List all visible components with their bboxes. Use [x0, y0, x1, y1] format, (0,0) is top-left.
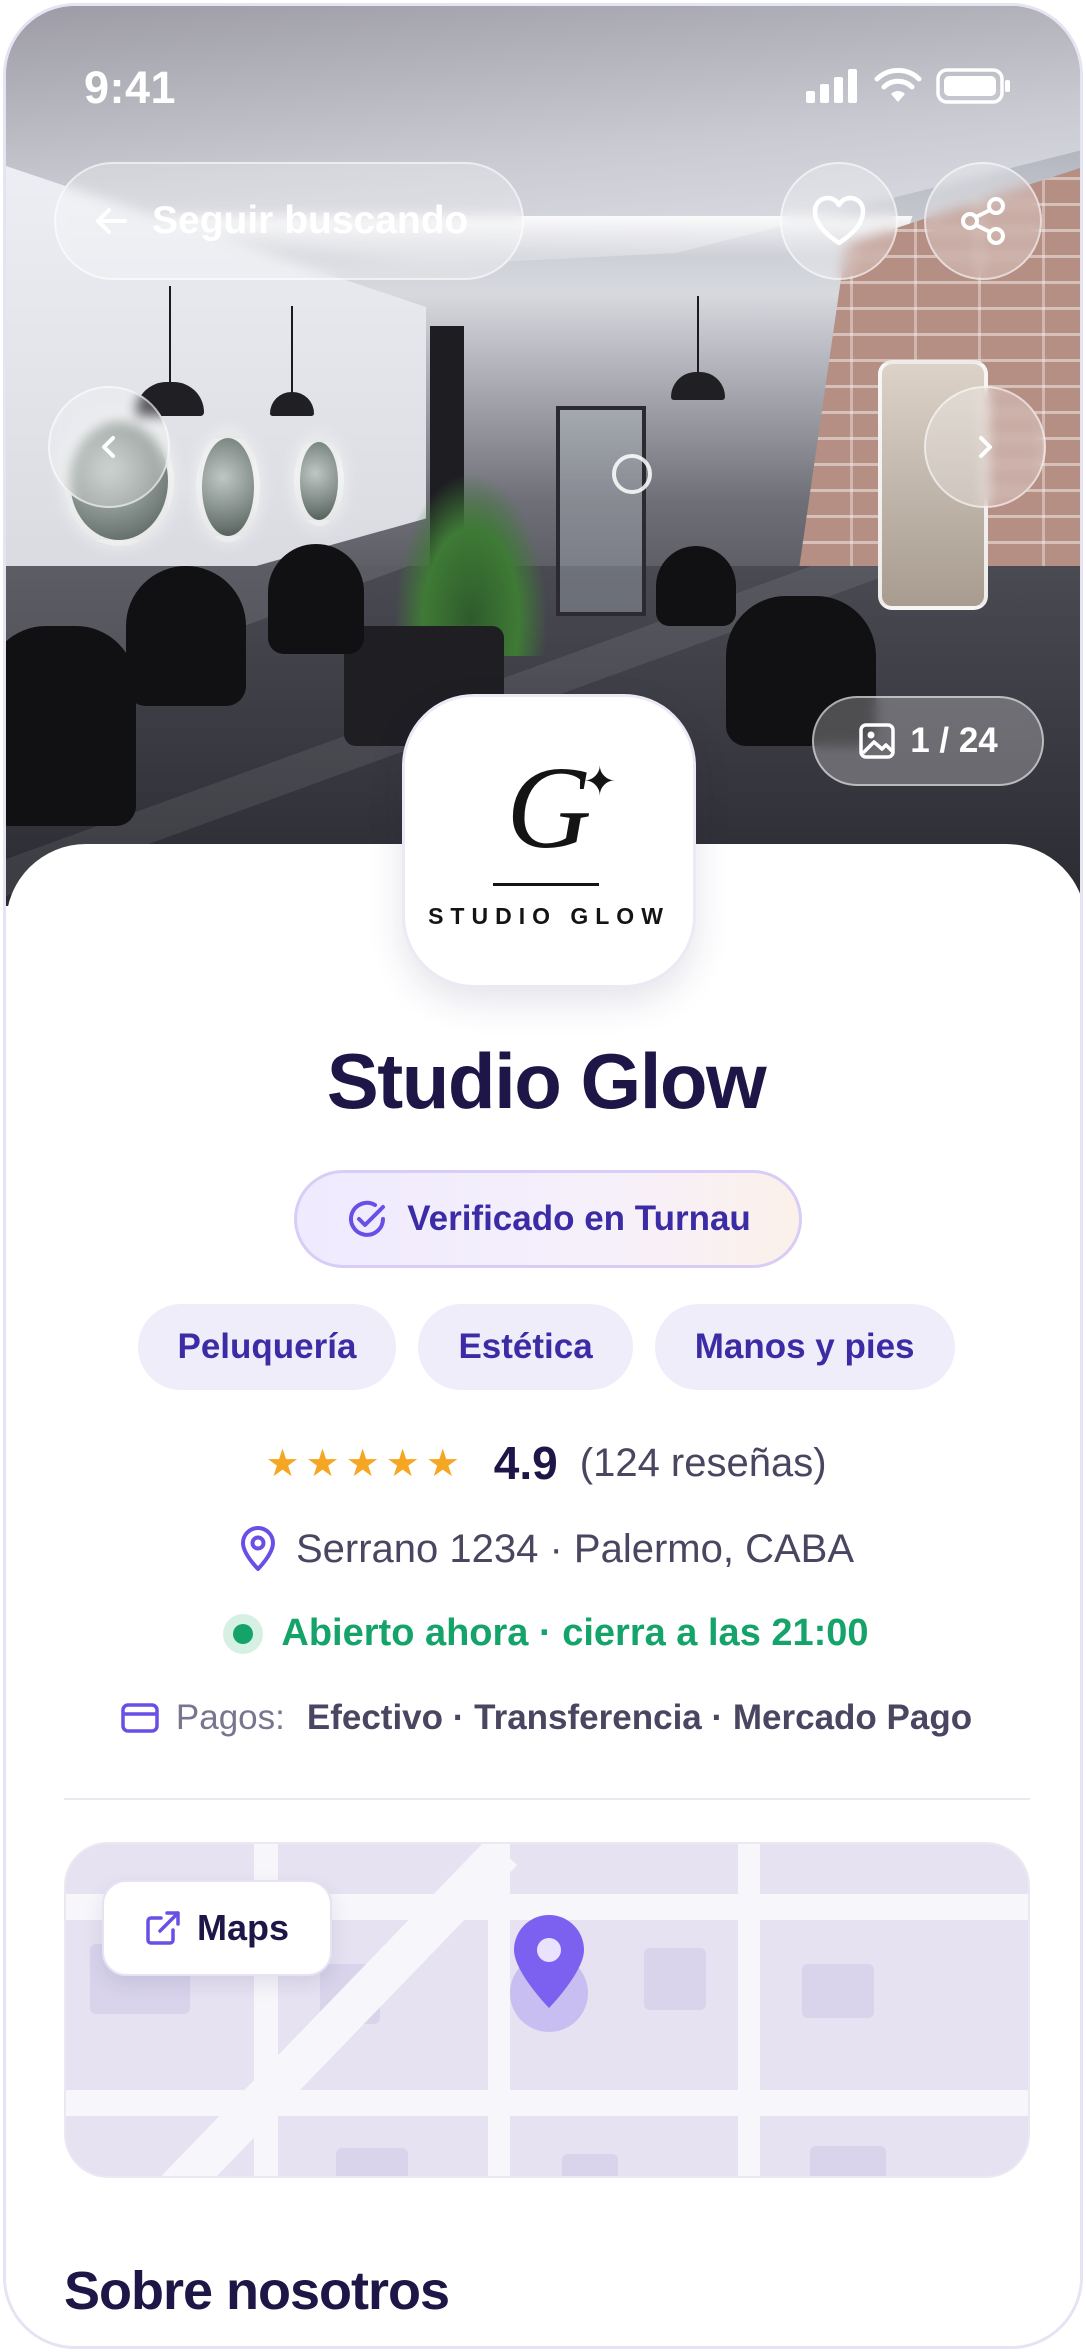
open-status-row: Abierto ahora · cierra a las 21:00	[6, 1612, 1080, 1655]
verified-badge: Verificado en Turnau	[294, 1170, 802, 1268]
logo-rule	[493, 883, 599, 886]
chevron-right-icon	[979, 436, 992, 458]
sparkle-icon: ✦	[583, 760, 617, 804]
address-text: Serrano 1234 · Palermo, CABA	[295, 1526, 855, 1571]
signal-icon	[806, 69, 857, 103]
verified-label: Verificado en Turnau	[407, 1199, 751, 1238]
wifi-icon	[874, 68, 922, 102]
open-status-dot	[223, 1613, 264, 1654]
category-chip[interactable]: Estética	[418, 1304, 633, 1390]
share-button[interactable]	[924, 162, 1042, 280]
address-row[interactable]: Serrano 1234 · Palermo, CABA	[6, 1526, 1080, 1572]
payments-row: Pagos: Efectivo · Transferencia · Mercad…	[6, 1698, 1080, 1738]
map-road	[66, 2090, 1028, 2116]
map-road	[488, 1844, 510, 2176]
external-link-icon	[146, 1911, 180, 1945]
logo-text: STUDIO GLOW	[428, 903, 670, 929]
back-button-label: Seguir buscando	[152, 199, 469, 242]
payments-label: Pagos:	[175, 1698, 285, 1737]
review-count: (124 reseñas)	[579, 1440, 827, 1485]
section-divider	[64, 1798, 1030, 1800]
photo-focus-ring	[612, 454, 652, 494]
payments-value: Efectivo · Transferencia · Mercado Pago	[306, 1698, 973, 1737]
battery-icon	[936, 68, 1010, 104]
star-rating-icons: ★★★★★	[265, 1442, 466, 1485]
status-time: 9:41	[84, 62, 177, 113]
photo-mirror	[294, 436, 344, 526]
credit-card-icon	[121, 1703, 159, 1733]
photo-chair	[6, 626, 136, 826]
back-button[interactable]: Seguir buscando	[54, 162, 524, 280]
photo-chair	[126, 566, 246, 706]
category-chips: Peluquería Estética Manos y pies	[6, 1304, 1080, 1390]
business-name: Studio Glow	[326, 1037, 767, 1125]
open-maps-label: Maps	[196, 1907, 290, 1948]
map-block	[802, 1964, 874, 2018]
photo-counter-label: 1 / 24	[910, 721, 998, 760]
rating-value: 4.9	[493, 1437, 558, 1489]
open-maps-button[interactable]: Maps	[102, 1880, 332, 1976]
location-map[interactable]: Maps	[64, 1842, 1030, 2178]
map-block	[336, 2148, 408, 2176]
photo-chair	[656, 546, 736, 626]
heart-icon	[812, 195, 866, 246]
chevron-left-icon	[102, 436, 115, 458]
map-road	[738, 1844, 760, 2176]
location-pin-icon	[240, 1526, 275, 1571]
phone-screen: 9:41 Seguir buscando 1 / 24 G ✦ STUDIO G…	[3, 3, 1083, 2349]
map-pin-icon	[514, 1915, 584, 2008]
gallery-prev-button[interactable]	[48, 386, 170, 508]
map-block	[644, 1948, 706, 2010]
logo-letter: G	[506, 742, 592, 873]
photo-mirror	[196, 432, 260, 542]
gallery-next-button[interactable]	[924, 386, 1046, 508]
rating-row[interactable]: ★★★★★ 4.9 (124 reseñas)	[6, 1436, 1080, 1490]
favorite-button[interactable]	[780, 162, 898, 280]
photo-counter[interactable]: 1 / 24	[812, 696, 1044, 786]
category-chip[interactable]: Manos y pies	[654, 1304, 955, 1390]
image-icon	[859, 723, 895, 759]
photo-chair	[268, 544, 364, 654]
status-icons	[806, 68, 1012, 104]
business-logo: G ✦ STUDIO GLOW	[402, 694, 696, 988]
arrow-left-icon	[96, 208, 127, 234]
map-block	[562, 2154, 618, 2176]
about-section-title: Sobre nosotros	[64, 2261, 450, 2321]
verified-check-icon	[349, 1200, 386, 1237]
category-chip[interactable]: Peluquería	[137, 1304, 397, 1390]
open-status-text: Abierto ahora · cierra a las 21:00	[281, 1612, 869, 1654]
share-icon	[961, 197, 1005, 245]
photo-glass-cabinet	[556, 406, 646, 616]
map-block	[810, 2146, 886, 2176]
